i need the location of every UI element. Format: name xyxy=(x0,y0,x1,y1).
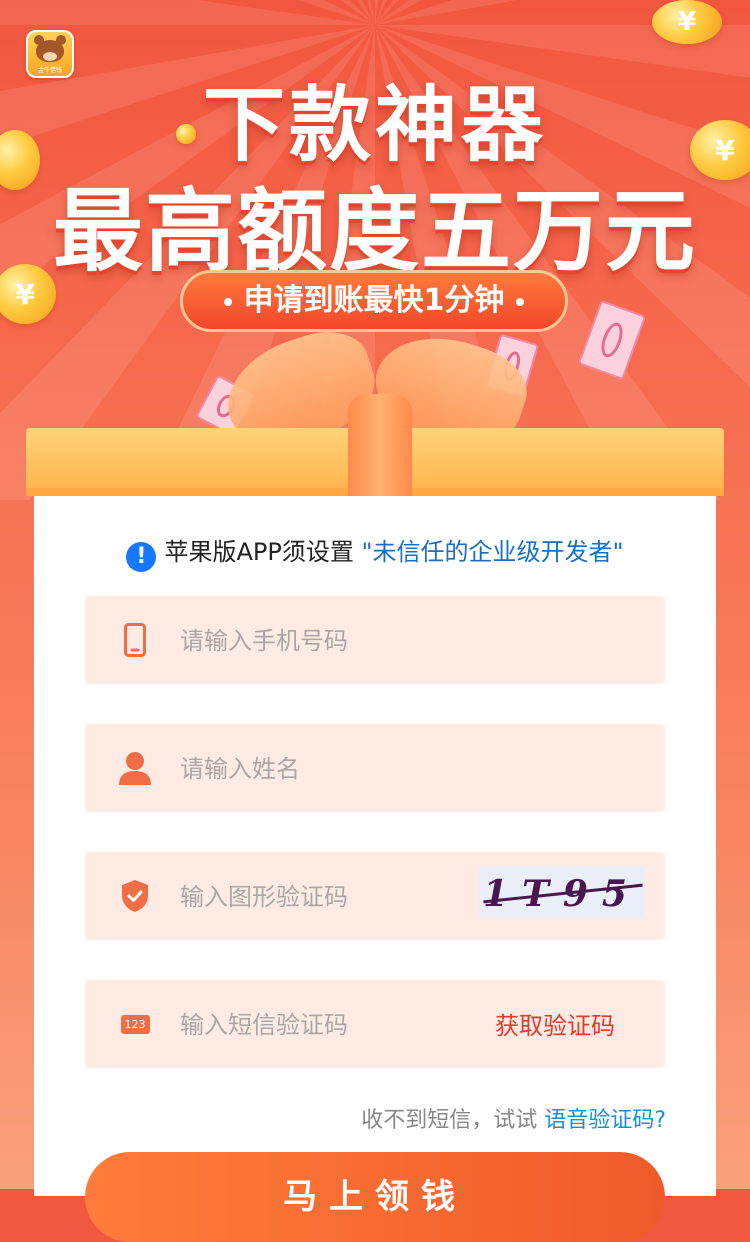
phone-input[interactable] xyxy=(178,618,482,664)
coin-icon: ¥ xyxy=(652,0,722,44)
promo-pill: 申请到账最快1分钟 xyxy=(180,270,568,332)
ios-notice: ! 苹果版APP须设置 "未信任的企业级开发者" xyxy=(34,532,716,572)
submit-button[interactable]: 马上领钱 xyxy=(85,1152,665,1242)
captcha-field[interactable]: 1T95 xyxy=(85,852,665,940)
get-code-button[interactable]: 获取验证码 xyxy=(495,1006,615,1041)
voice-code-link[interactable]: 语音验证码? xyxy=(544,1108,666,1133)
user-icon xyxy=(115,748,155,788)
phone-icon xyxy=(115,620,155,660)
voice-hint-text: 收不到短信，试试 xyxy=(361,1108,538,1133)
name-input[interactable] xyxy=(178,746,482,792)
promo-banner: 金牛借钱 ¥ ¥ ¥ 下款神器 最高额度五万元 申请到账最快1分钟 xyxy=(0,0,750,500)
shield-check-icon xyxy=(115,876,155,916)
promo-pill-text: 申请到账最快1分钟 xyxy=(243,283,505,318)
register-card: !苹果版APP须设置 "未信任的企业级开发者" 1T95 123 获取验证码 收… xyxy=(34,496,716,1242)
name-field[interactable] xyxy=(85,724,665,812)
sms-code-input[interactable] xyxy=(178,1002,482,1048)
sms-code-icon: 123 xyxy=(115,1004,155,1044)
voice-code-hint: 收不到短信，试试 语音验证码? xyxy=(361,1102,666,1134)
captcha-input[interactable] xyxy=(178,874,482,920)
captcha-image[interactable]: 1T95 xyxy=(479,866,645,918)
info-icon: ! xyxy=(126,542,157,572)
notice-link[interactable]: "未信任的企业级开发者" xyxy=(361,538,623,566)
notice-text: 苹果版APP须设置 xyxy=(164,538,354,566)
banner-subtitle: 最高额度五万元 xyxy=(53,179,697,284)
phone-field[interactable] xyxy=(85,596,665,684)
gift-knot xyxy=(348,394,412,496)
sms-code-field[interactable]: 123 获取验证码 xyxy=(85,980,665,1068)
